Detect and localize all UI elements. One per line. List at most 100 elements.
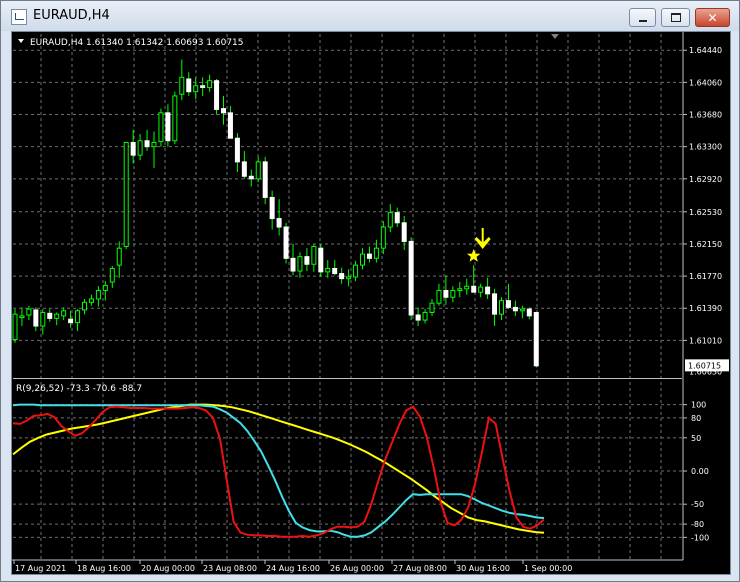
candle-bear bbox=[283, 226, 289, 259]
candle-bull bbox=[360, 253, 365, 266]
candle-bear bbox=[214, 80, 220, 110]
window-title: EURAUD,H4 bbox=[33, 8, 110, 23]
candle-bear bbox=[186, 78, 192, 93]
candle-bull bbox=[12, 313, 18, 341]
candle-bear bbox=[526, 308, 532, 317]
candle-bull bbox=[109, 267, 115, 283]
candle-bull bbox=[519, 308, 525, 312]
candle-bear bbox=[241, 161, 247, 177]
time-tick-label: 23 Aug 08:00 bbox=[203, 564, 257, 573]
candle-bear bbox=[221, 108, 226, 114]
candle-bull bbox=[172, 95, 178, 142]
candle-bull bbox=[151, 141, 157, 148]
candle-bull bbox=[353, 264, 359, 278]
chart-menu-triangle-icon[interactable] bbox=[18, 39, 24, 43]
time-tick-label: 24 Aug 16:00 bbox=[266, 564, 320, 573]
candle-bear bbox=[408, 240, 414, 316]
level-label: 100 bbox=[691, 401, 706, 410]
close-icon: ✕ bbox=[707, 10, 718, 25]
candle-bull bbox=[40, 311, 46, 327]
price-tick-label: 1.63680 bbox=[689, 111, 722, 120]
current-price-label: 1.60715 bbox=[688, 361, 721, 370]
price-axis: 1.64440 1.64060 1.63680 1.63300 1.62920 1.625… bbox=[682, 32, 729, 560]
candle-bear bbox=[304, 256, 310, 265]
indicator-axis: 100 80 50 0.00 -50 -80 -100 bbox=[683, 401, 709, 542]
candle-bull bbox=[387, 212, 393, 228]
candle-bear bbox=[415, 314, 421, 321]
candle-bull bbox=[255, 161, 261, 180]
candle-bull bbox=[436, 289, 442, 304]
panel-separator[interactable] bbox=[13, 378, 682, 379]
candle-bear bbox=[318, 247, 324, 273]
candle-bull bbox=[82, 301, 87, 311]
price-tick-label: 1.62530 bbox=[689, 208, 722, 217]
minimize-icon bbox=[638, 19, 647, 22]
candle-bull bbox=[429, 302, 435, 313]
candle-bull bbox=[158, 112, 164, 143]
close-button[interactable]: ✕ bbox=[695, 8, 730, 27]
time-tick-label: 17 Aug 2021 bbox=[15, 564, 66, 573]
candle-bear bbox=[130, 141, 136, 156]
candle-bull bbox=[179, 76, 185, 95]
candle-bear bbox=[227, 112, 233, 139]
candle-bear bbox=[262, 161, 268, 198]
candle-bear bbox=[492, 293, 498, 315]
level-label: -100 bbox=[691, 533, 709, 542]
candle-bear bbox=[200, 85, 206, 88]
minimize-button[interactable] bbox=[629, 8, 656, 27]
price-tick-label: 1.61390 bbox=[689, 304, 722, 313]
candle-bull bbox=[193, 85, 199, 93]
level-label: -80 bbox=[691, 520, 704, 529]
time-axis: 17 Aug 2021 18 Aug 16:00 20 Aug 00:00 23 Au… bbox=[12, 559, 683, 573]
price-tick-label: 1.64060 bbox=[689, 78, 722, 87]
candle-bear bbox=[269, 196, 275, 220]
candles bbox=[12, 59, 539, 368]
candle-bull bbox=[207, 80, 213, 88]
price-tick-label: 1.61010 bbox=[689, 336, 722, 345]
candle-bear bbox=[339, 273, 345, 280]
candle-bear bbox=[165, 112, 171, 142]
price-tick-label: 1.64440 bbox=[689, 46, 722, 55]
candle-bull bbox=[373, 247, 379, 259]
shift-marker-icon[interactable] bbox=[551, 34, 559, 39]
candle-bull bbox=[457, 288, 463, 291]
candle-bear bbox=[505, 300, 511, 308]
price-tick-label: 1.62920 bbox=[689, 175, 722, 184]
candle-bull bbox=[54, 313, 60, 319]
candle-bull bbox=[422, 311, 428, 321]
candle-bull bbox=[297, 256, 303, 272]
restore-button[interactable] bbox=[661, 8, 690, 27]
chart-header: EURAUD,H4 1.61340 1.61342 1.60693 1.6071… bbox=[30, 38, 244, 48]
chart-area[interactable]: 1.64440 1.64060 1.63680 1.63300 1.62920 1.625… bbox=[11, 31, 731, 575]
candle-bear bbox=[290, 257, 296, 272]
candle-bull bbox=[88, 298, 94, 303]
chart-window: EURAUD,H4 ✕ 1.64440 1.64060 1.63680 1.63300… bbox=[0, 0, 740, 582]
level-label: -50 bbox=[691, 500, 704, 509]
title-bar[interactable]: EURAUD,H4 ✕ bbox=[1, 1, 739, 31]
time-tick-label: 27 Aug 08:00 bbox=[393, 564, 447, 573]
candle-bull bbox=[26, 308, 32, 316]
candle-bull bbox=[95, 289, 101, 300]
candle-bear bbox=[533, 311, 539, 367]
candle-bear bbox=[401, 222, 407, 242]
price-tick-label: 1.62150 bbox=[689, 240, 722, 249]
candle-bull bbox=[499, 300, 504, 315]
candle-bull bbox=[116, 247, 122, 266]
time-tick-label: 1 Sep 00:00 bbox=[524, 564, 572, 573]
restore-icon bbox=[670, 13, 681, 22]
price-chart[interactable]: 1.64440 1.64060 1.63680 1.63300 1.62920 1.625… bbox=[12, 32, 730, 574]
candle-bull bbox=[19, 315, 25, 319]
candle-bear bbox=[276, 218, 282, 228]
candle-bear bbox=[394, 212, 400, 224]
candle-bear bbox=[332, 267, 338, 275]
level-label: 0.00 bbox=[691, 467, 709, 476]
candle-bull bbox=[123, 141, 129, 247]
price-tick-label: 1.63300 bbox=[689, 143, 722, 152]
indicator-header: R(9,26,52) -73.3 -70.6 -88.7 bbox=[16, 384, 142, 394]
candle-bull bbox=[478, 286, 484, 293]
candle-bear bbox=[47, 312, 53, 319]
grid bbox=[13, 34, 683, 560]
time-tick-label: 30 Aug 16:00 bbox=[456, 564, 510, 573]
candle-bear bbox=[485, 286, 491, 295]
candle-bull bbox=[75, 310, 81, 324]
